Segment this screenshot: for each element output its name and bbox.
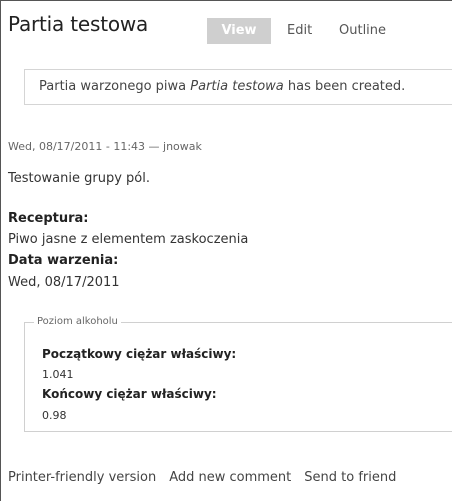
field-value-receptura: Piwo jasne z elementem zaskoczenia xyxy=(8,232,249,247)
tab-outline[interactable]: Outline xyxy=(339,18,386,44)
add-comment-link[interactable]: Add new comment xyxy=(169,470,291,485)
fieldset-label-fg: Końcowy ciężar właściwy: xyxy=(42,387,217,401)
field-value-data-warzenia: Wed, 08/17/2011 xyxy=(8,275,120,290)
status-message-prefix: Partia warzonego piwa xyxy=(39,79,191,94)
status-message-suffix: has been created. xyxy=(283,79,406,94)
field-label-receptura: Receptura: xyxy=(8,211,89,226)
page-title: Partia testowa xyxy=(8,12,149,36)
printer-friendly-link[interactable]: Printer-friendly version xyxy=(8,470,156,485)
fieldset-label-og: Początkowy ciężar właściwy: xyxy=(42,347,237,361)
node-body: Testowanie grupy pól. xyxy=(8,171,150,186)
node-links: Printer-friendly version Add new comment S… xyxy=(8,470,409,485)
status-message: Partia warzonego piwa Partia testowa has… xyxy=(24,69,452,105)
submitted-info: Wed, 08/17/2011 - 11:43 — jnowak xyxy=(8,140,202,153)
send-to-friend-link[interactable]: Send to friend xyxy=(304,470,396,485)
title-row: Partia testowa View Edit Outline xyxy=(8,12,452,44)
fieldset-value-og: 1.041 xyxy=(42,368,74,381)
fieldset-value-fg: 0.98 xyxy=(42,409,67,422)
tab-edit[interactable]: Edit xyxy=(287,18,312,44)
fieldset-alcohol xyxy=(24,322,452,432)
tab-view[interactable]: View xyxy=(207,18,271,44)
fieldset-legend: Poziom alkoholu xyxy=(34,316,121,327)
status-message-node-title: Partia testowa xyxy=(190,79,284,94)
field-label-data-warzenia: Data warzenia: xyxy=(8,253,119,268)
